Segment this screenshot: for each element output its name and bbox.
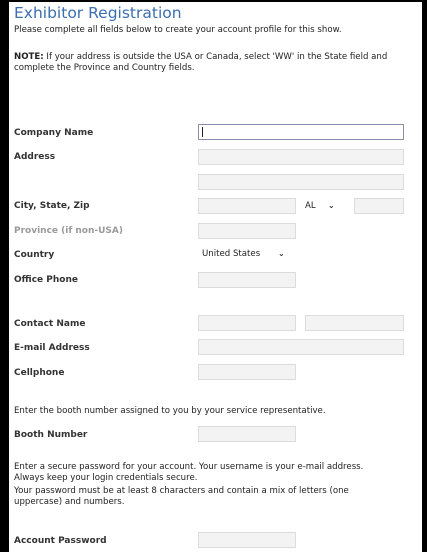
company-name-label: Company Name xyxy=(14,128,94,138)
chevron-down-icon: ⌄ xyxy=(328,201,335,210)
country-select-value: United States xyxy=(202,249,261,259)
window-left-border xyxy=(0,0,9,552)
state-select[interactable]: AL ⌄ xyxy=(301,198,352,214)
company-name-input[interactable] xyxy=(198,124,404,140)
office-phone-label: Office Phone xyxy=(14,275,78,285)
password-instructions-4: uppercase) and numbers. xyxy=(14,497,125,507)
country-label: Country xyxy=(14,250,55,260)
booth-instructions: Enter the booth number assigned to you b… xyxy=(14,406,326,416)
booth-number-input[interactable] xyxy=(198,426,296,442)
password-instructions-3: Your password must be at least 8 charact… xyxy=(14,486,349,496)
contact-name-label: Contact Name xyxy=(14,319,86,329)
country-select[interactable]: United States ⌄ xyxy=(198,246,306,262)
state-select-value: AL xyxy=(305,201,316,211)
chevron-down-icon: ⌄ xyxy=(278,249,285,258)
address-line-1-input[interactable] xyxy=(198,149,404,165)
password-instructions-1: Enter a secure password for your account… xyxy=(14,462,364,472)
cellphone-input[interactable] xyxy=(198,364,296,380)
address-label: Address xyxy=(14,152,56,162)
page-title: Exhibitor Registration xyxy=(14,4,182,22)
cellphone-label: Cellphone xyxy=(14,368,65,378)
booth-number-label: Booth Number xyxy=(14,430,88,440)
account-password-input[interactable] xyxy=(198,532,296,548)
email-input[interactable] xyxy=(198,339,404,355)
zip-input[interactable] xyxy=(354,198,404,214)
contact-first-name-input[interactable] xyxy=(198,315,296,331)
city-input[interactable] xyxy=(198,198,296,214)
password-instructions-2: Always keep your login credentials secur… xyxy=(14,473,198,483)
province-label: Province (if non-USA) xyxy=(14,226,123,236)
contact-last-name-input[interactable] xyxy=(305,315,404,331)
email-label: E-mail Address xyxy=(14,343,90,353)
office-phone-input[interactable] xyxy=(198,272,296,288)
note-line-1: NOTE: If your address is outside the USA… xyxy=(14,52,387,64)
address-line-2-input[interactable] xyxy=(198,174,404,190)
province-input[interactable] xyxy=(198,223,296,239)
note-prefix: NOTE: xyxy=(14,52,44,62)
account-password-label: Account Password xyxy=(14,536,107,546)
registration-form: Exhibitor Registration Please complete a… xyxy=(14,0,424,552)
page-subtitle: Please complete all fields below to crea… xyxy=(14,25,342,35)
edge-marker xyxy=(1,432,5,436)
text-caret xyxy=(202,127,203,137)
city-state-zip-label: City, State, Zip xyxy=(14,201,90,211)
note-text-1: If your address is outside the USA or Ca… xyxy=(43,52,388,62)
note-line-2: complete the Province and Country fields… xyxy=(14,63,195,73)
